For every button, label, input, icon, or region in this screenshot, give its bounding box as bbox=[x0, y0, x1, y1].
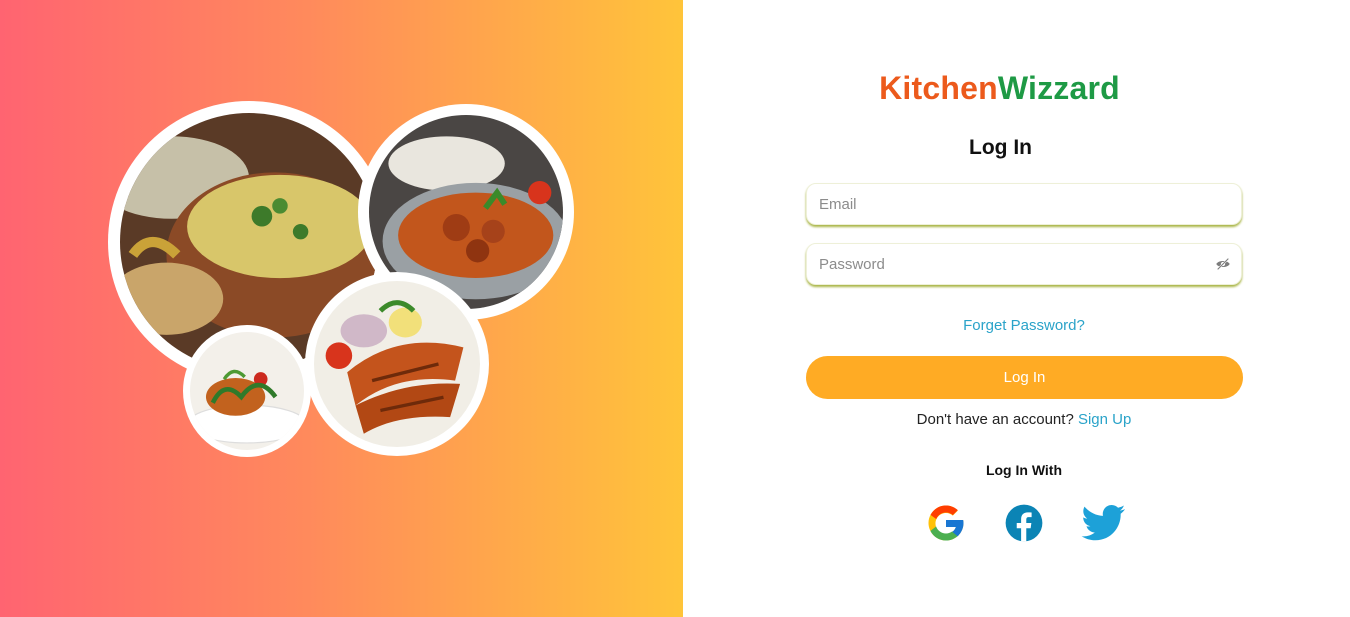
signup-row: Don't have an account? Sign Up bbox=[806, 411, 1242, 428]
facebook-icon[interactable] bbox=[1003, 502, 1045, 544]
hero-panel bbox=[0, 0, 683, 617]
signup-link[interactable]: Sign Up bbox=[1078, 411, 1131, 428]
brand-name-part2: Wizzard bbox=[997, 70, 1120, 106]
twitter-icon[interactable] bbox=[1081, 502, 1127, 544]
social-login-heading: Log In With bbox=[985, 462, 1063, 478]
signup-prompt: Don't have an account? bbox=[916, 411, 1074, 428]
forgot-password-row: Forget Password? bbox=[806, 317, 1242, 334]
login-button[interactable]: Log In bbox=[806, 356, 1243, 399]
food-image-salad bbox=[183, 325, 311, 457]
brand-logo: KitchenWizzard bbox=[658, 70, 1341, 107]
password-input[interactable] bbox=[817, 254, 1215, 274]
page-title: Log In bbox=[969, 136, 1032, 159]
email-input[interactable] bbox=[817, 194, 1231, 214]
brand-name-part1: Kitchen bbox=[879, 70, 998, 106]
eye-slash-icon[interactable] bbox=[1215, 256, 1231, 272]
forgot-password-link[interactable]: Forget Password? bbox=[963, 317, 1085, 334]
google-icon[interactable] bbox=[925, 502, 967, 544]
food-image-grilled bbox=[305, 272, 489, 456]
email-field[interactable] bbox=[806, 183, 1242, 225]
password-field[interactable] bbox=[806, 243, 1242, 285]
